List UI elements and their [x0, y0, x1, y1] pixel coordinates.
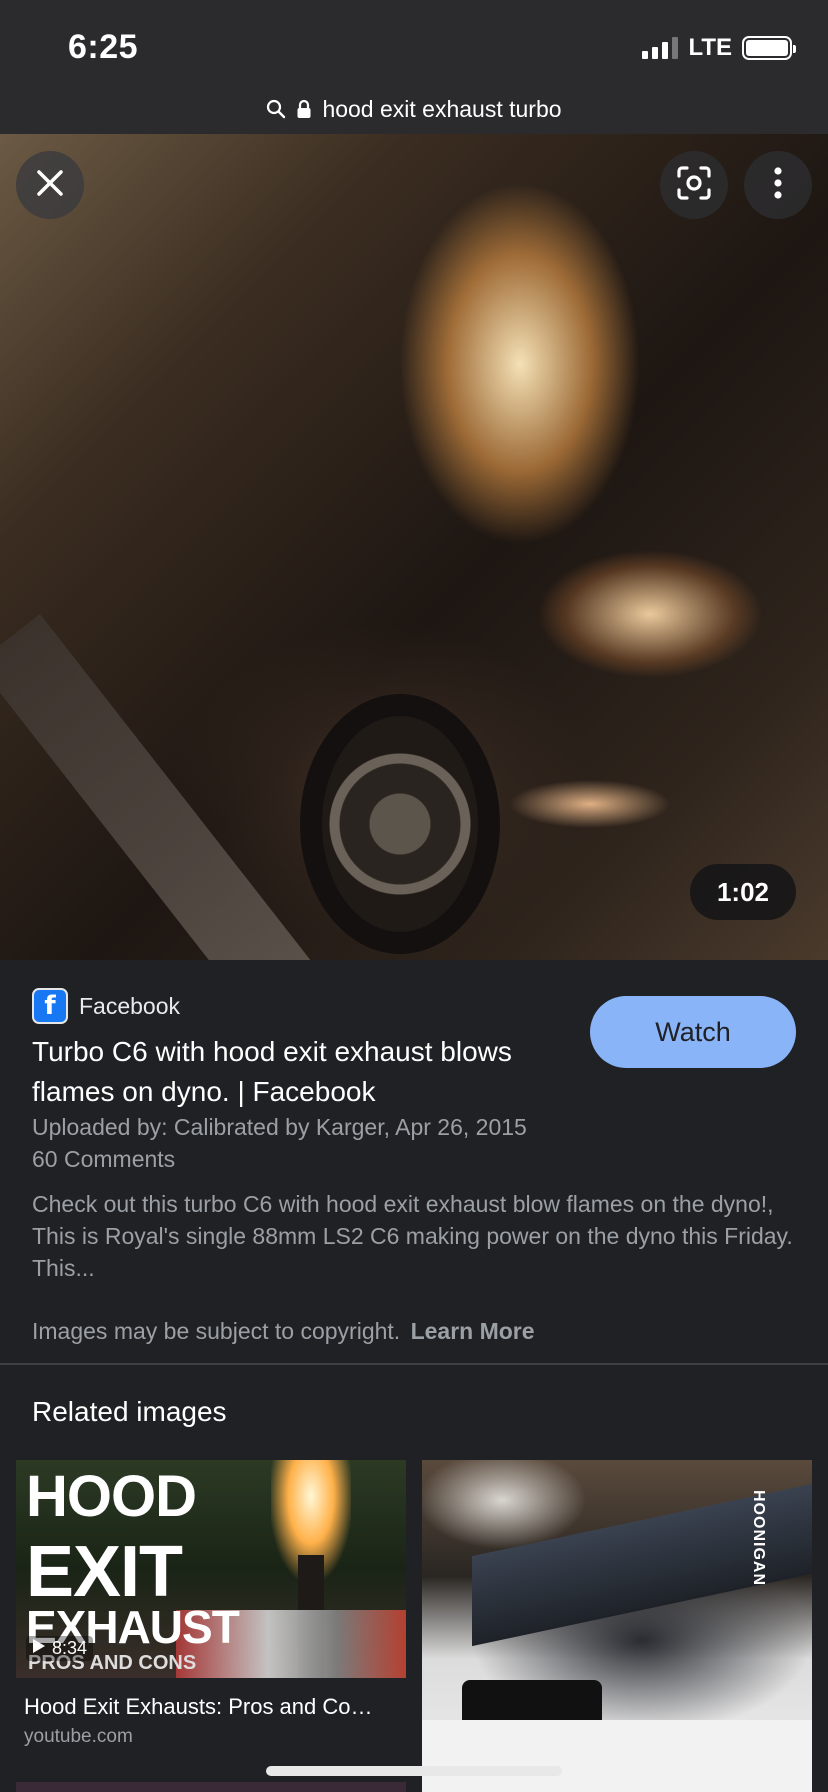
network-type: LTE: [688, 34, 732, 61]
related-title[interactable]: Hood Exit Exhausts: Pros and Co…: [16, 1694, 398, 1720]
video-badge: 8:34: [26, 1636, 94, 1661]
video-preview[interactable]: [0, 134, 828, 960]
source-name: Facebook: [79, 992, 181, 1019]
status-time: 6:25: [68, 28, 139, 66]
lock-icon: [296, 99, 312, 119]
related-site: youtube.com: [24, 1726, 133, 1747]
battery-icon: [742, 36, 796, 60]
car-wheel-graphic: [300, 694, 500, 954]
url-query: hood exit exhaust turbo: [322, 95, 562, 122]
thumbnail-text: EXIT: [26, 1532, 183, 1612]
more-options-button[interactable]: [744, 151, 812, 219]
lens-button[interactable]: [660, 151, 728, 219]
facebook-icon: f: [32, 988, 68, 1024]
watch-button[interactable]: Watch: [590, 996, 796, 1068]
close-icon: [35, 168, 65, 203]
signal-icon: [642, 37, 679, 59]
play-icon: [32, 1638, 46, 1659]
copyright-text: Images may be subject to copyright.: [32, 1318, 401, 1344]
status-indicators: LTE: [642, 34, 796, 62]
video-duration: 8:34: [52, 1638, 88, 1658]
comments-count: 60 Comments: [32, 1146, 176, 1172]
thumbnail-text: HOOD: [26, 1464, 197, 1529]
more-vert-icon: [773, 166, 783, 204]
divider: [0, 1363, 828, 1365]
result-title[interactable]: Turbo C6 with hood exit exhaust blows fl…: [32, 1032, 572, 1112]
related-image-card[interactable]: HOONIGAN: [422, 1460, 812, 1792]
lens-icon: [676, 165, 712, 206]
uploaded-by: Uploaded by: Calibrated by Karger, Apr 2…: [32, 1114, 527, 1140]
source-row[interactable]: f Facebook: [32, 988, 180, 1024]
url-bar[interactable]: hood exit exhaust turbo: [0, 84, 828, 134]
close-button[interactable]: [16, 151, 84, 219]
related-thumbnail[interactable]: HOOD EXIT EXHAUST PROS AND CONS 8:34: [16, 1460, 406, 1678]
learn-more-link[interactable]: Learn More: [411, 1318, 535, 1344]
status-bar: 6:25 LTE: [0, 0, 828, 96]
related-images-heading: Related images: [32, 1396, 227, 1427]
home-indicator[interactable]: [266, 1766, 562, 1776]
result-description: Check out this turbo C6 with hood exit e…: [32, 1191, 793, 1281]
thumbnail-text: HOONIGAN: [750, 1490, 767, 1586]
search-icon: [266, 99, 286, 119]
related-image-card[interactable]: HOOD EXIT EXHAUST PROS AND CONS 8:34 Hoo…: [16, 1460, 406, 1748]
copyright-notice: Images may be subject to copyright. Lear…: [32, 1318, 535, 1345]
video-duration: 1:02: [690, 864, 796, 920]
related-thumbnail-peek: [16, 1782, 406, 1792]
